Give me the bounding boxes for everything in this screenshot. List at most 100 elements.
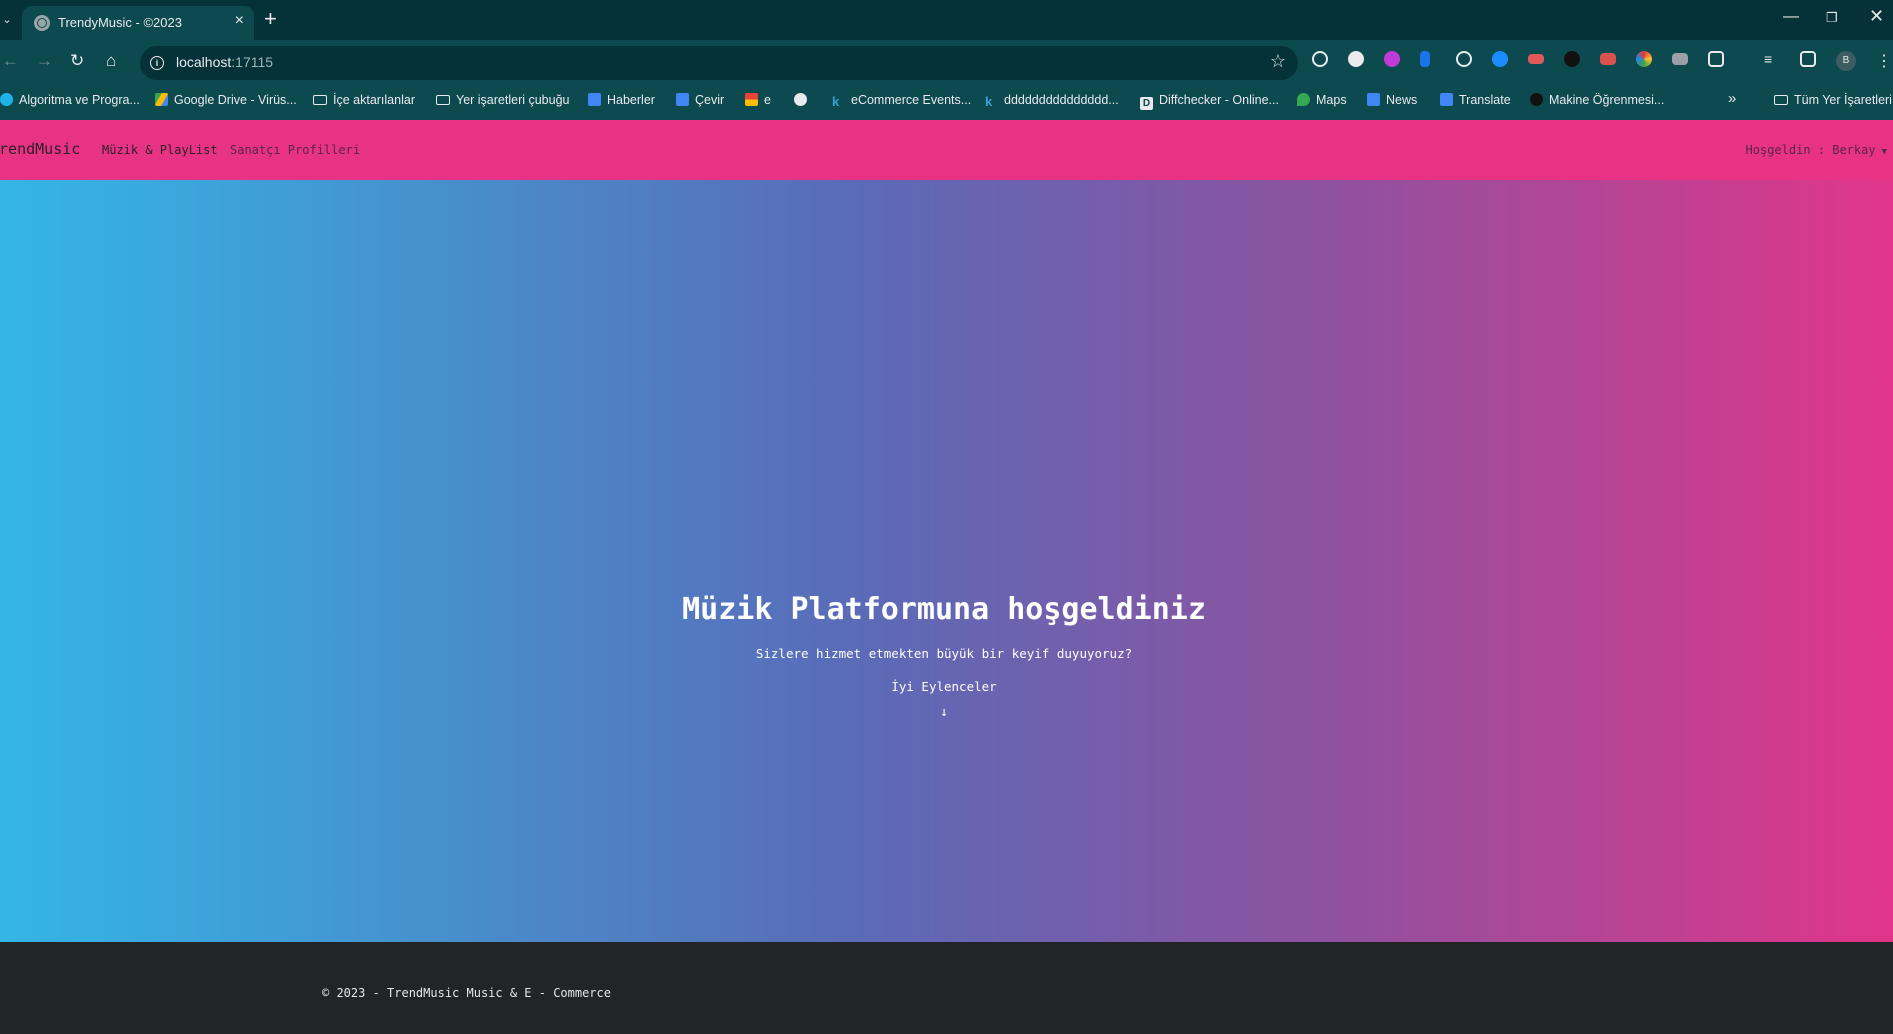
google-drive-icon — [155, 93, 168, 106]
bookmark-item[interactable]: Yer işaretleri çubuğu — [436, 93, 570, 107]
bookmark-label: Çevir — [695, 93, 725, 107]
bookmark-item[interactable] — [794, 93, 813, 107]
bookmark-item[interactable]: k ddddddddddddddd... — [985, 93, 1119, 108]
shazam-extension-icon[interactable] — [1492, 51, 1508, 67]
folder-icon — [313, 95, 327, 105]
camera-extension-icon[interactable] — [1672, 53, 1688, 65]
tab-title: TrendyMusic - ©2023 — [58, 15, 182, 30]
bookmark-label: Translate — [1459, 93, 1511, 107]
bookmarks-overflow-chevron-icon[interactable]: » — [1728, 90, 1736, 107]
browser-tab-strip: ⌄ TrendyMusic - ©2023 × + — ❐ ✕ — [0, 0, 1893, 40]
tab-search-chevron-icon[interactable]: ⌄ — [0, 10, 14, 30]
site-navbar: TrendMusic Müzik & PlayList Sanatçı Prof… — [0, 120, 1893, 180]
bookmark-item[interactable]: D Diffchecker - Online... — [1140, 93, 1279, 110]
bookmark-item[interactable]: Maps — [1297, 93, 1347, 107]
scroll-down-arrow-icon[interactable]: ↓ — [0, 705, 1888, 720]
hero-section: Müzik Platformuna hoşgeldiniz Sizlere hi… — [0, 180, 1893, 942]
nav-link-muzik-playlist[interactable]: Müzik & PlayList — [102, 143, 218, 157]
bookmark-item[interactable]: k eCommerce Events... — [832, 93, 971, 108]
react-extension-icon[interactable] — [1456, 51, 1472, 67]
side-panel-icon[interactable] — [1800, 51, 1816, 67]
bookmark-label: Tüm Yer İşaretleri — [1794, 93, 1892, 107]
globe-favicon-icon — [34, 15, 50, 31]
puzzle-extensions-icon[interactable] — [1708, 51, 1724, 67]
nav-link-sanatci-profilleri[interactable]: Sanatçı Profilleri — [230, 143, 360, 157]
url-text[interactable]: localhost:17115 — [176, 54, 273, 70]
bookmark-item[interactable]: Google Drive - Virüs... — [155, 93, 297, 107]
hero-title: Müzik Platformuna hoşgeldiniz — [682, 592, 1206, 627]
bookmark-item[interactable]: Çevir — [676, 93, 724, 107]
bookmarks-bar: Algoritma ve Progra... Google Drive - Vi… — [0, 84, 1893, 121]
tab-close-icon[interactable]: × — [235, 12, 244, 30]
bookmark-label: e — [764, 93, 771, 107]
url-port: :17115 — [231, 54, 274, 70]
folder-icon — [1774, 95, 1788, 105]
bookmark-label: Diffchecker - Online... — [1159, 93, 1279, 107]
media-queue-icon[interactable]: ≡ — [1764, 51, 1780, 67]
google-news-icon — [588, 93, 601, 106]
bookmark-item[interactable]: İçe aktarılanlar — [313, 93, 415, 107]
wordpress-icon — [1530, 93, 1543, 106]
edge-like-icon — [0, 93, 13, 106]
bookmark-label: News — [1386, 93, 1418, 107]
site-info-icon[interactable]: i — [150, 56, 164, 70]
reload-icon[interactable]: ↻ — [70, 51, 84, 71]
k-icon: k — [832, 94, 840, 109]
folder-icon — [436, 95, 450, 105]
bookmark-label: Maps — [1316, 93, 1347, 107]
caret-down-icon: ▼ — [1881, 147, 1887, 157]
google-translate-icon — [676, 93, 689, 106]
url-host: localhost — [176, 54, 232, 70]
user-dropdown-toggle[interactable]: Hoşgeldin : Berkay ▼ — [1746, 143, 1887, 157]
site-footer: © 2023 - TrendMusic Music & E - Commerce — [0, 942, 1893, 1034]
google-news-icon — [1367, 93, 1380, 106]
forward-arrow-icon[interactable]: → — [36, 51, 53, 71]
browser-toolbar: ← → ↻ ⌂ i localhost:17115 ☆ ≡ B ⋮ — [0, 40, 1893, 84]
restore-icon[interactable]: ❐ — [1826, 10, 1838, 26]
site-brand-link[interactable]: TrendMusic — [0, 140, 80, 158]
bookmark-label: Algoritma ve Progra... — [19, 93, 140, 107]
bookmark-label: eCommerce Events... — [851, 93, 972, 107]
speedometer-extension-icon[interactable] — [1312, 51, 1328, 67]
hero-tagline: İyi Eylenceler — [891, 679, 997, 694]
hero-subtitle: Sizlere hizmet etmekten büyük bir keyif … — [755, 646, 1133, 661]
circle-extension-icon[interactable] — [1348, 51, 1364, 67]
kebab-menu-icon[interactable]: ⋮ — [1876, 51, 1892, 71]
user-greeting: Hoşgeldin : Berkay — [1745, 143, 1876, 157]
window-close-icon[interactable]: ✕ — [1869, 6, 1884, 27]
gmail-icon — [745, 93, 758, 106]
red-extension-icon[interactable] — [1528, 54, 1544, 64]
address-bar[interactable]: i localhost:17115 ☆ — [140, 46, 1298, 80]
all-bookmarks-folder[interactable]: Tüm Yer İşaretleri — [1774, 93, 1892, 107]
footer-copyright: © 2023 - TrendMusic Music & E - Commerce — [322, 986, 611, 1000]
bookmark-label: Google Drive - Virüs... — [174, 93, 297, 107]
stack-extension-icon[interactable] — [1600, 53, 1616, 65]
bookmark-label: Makine Öğrenmesi... — [1549, 93, 1665, 107]
bookmark-star-icon[interactable]: ☆ — [1270, 51, 1286, 72]
globe-icon — [794, 93, 807, 106]
home-icon[interactable]: ⌂ — [106, 51, 116, 71]
bookmark-label: ddddddddddddddd... — [1004, 93, 1119, 107]
google-maps-icon — [1297, 93, 1310, 106]
bookmark-label: Yer işaretleri çubuğu — [456, 93, 570, 107]
color-picker-extension-icon[interactable] — [1636, 51, 1652, 67]
profile-avatar[interactable]: B — [1836, 51, 1856, 71]
bookmark-item[interactable]: Makine Öğrenmesi... — [1530, 93, 1664, 107]
web-page: TrendMusic Müzik & PlayList Sanatçı Prof… — [0, 120, 1893, 1034]
bookmark-item[interactable]: Translate — [1440, 93, 1511, 107]
bookmark-item[interactable]: Algoritma ve Progra... — [0, 93, 140, 107]
diffchecker-icon: D — [1140, 97, 1153, 110]
bookmark-item[interactable]: News — [1367, 93, 1417, 107]
active-tab[interactable]: TrendyMusic - ©2023 × — [22, 6, 254, 40]
new-tab-plus-icon[interactable]: + — [264, 6, 277, 32]
f-extension-icon[interactable] — [1420, 51, 1430, 67]
black-extension-icon[interactable] — [1564, 51, 1580, 67]
google-translate-icon — [1440, 93, 1453, 106]
minimize-icon[interactable]: — — [1783, 8, 1799, 26]
bookmark-label: Haberler — [607, 93, 655, 107]
bookmark-item[interactable]: e — [745, 93, 771, 107]
bookmark-item[interactable]: Haberler — [588, 93, 655, 107]
bookmark-label: İçe aktarılanlar — [333, 93, 415, 107]
back-arrow-icon[interactable]: ← — [2, 51, 19, 71]
purple-play-extension-icon[interactable] — [1384, 51, 1400, 67]
